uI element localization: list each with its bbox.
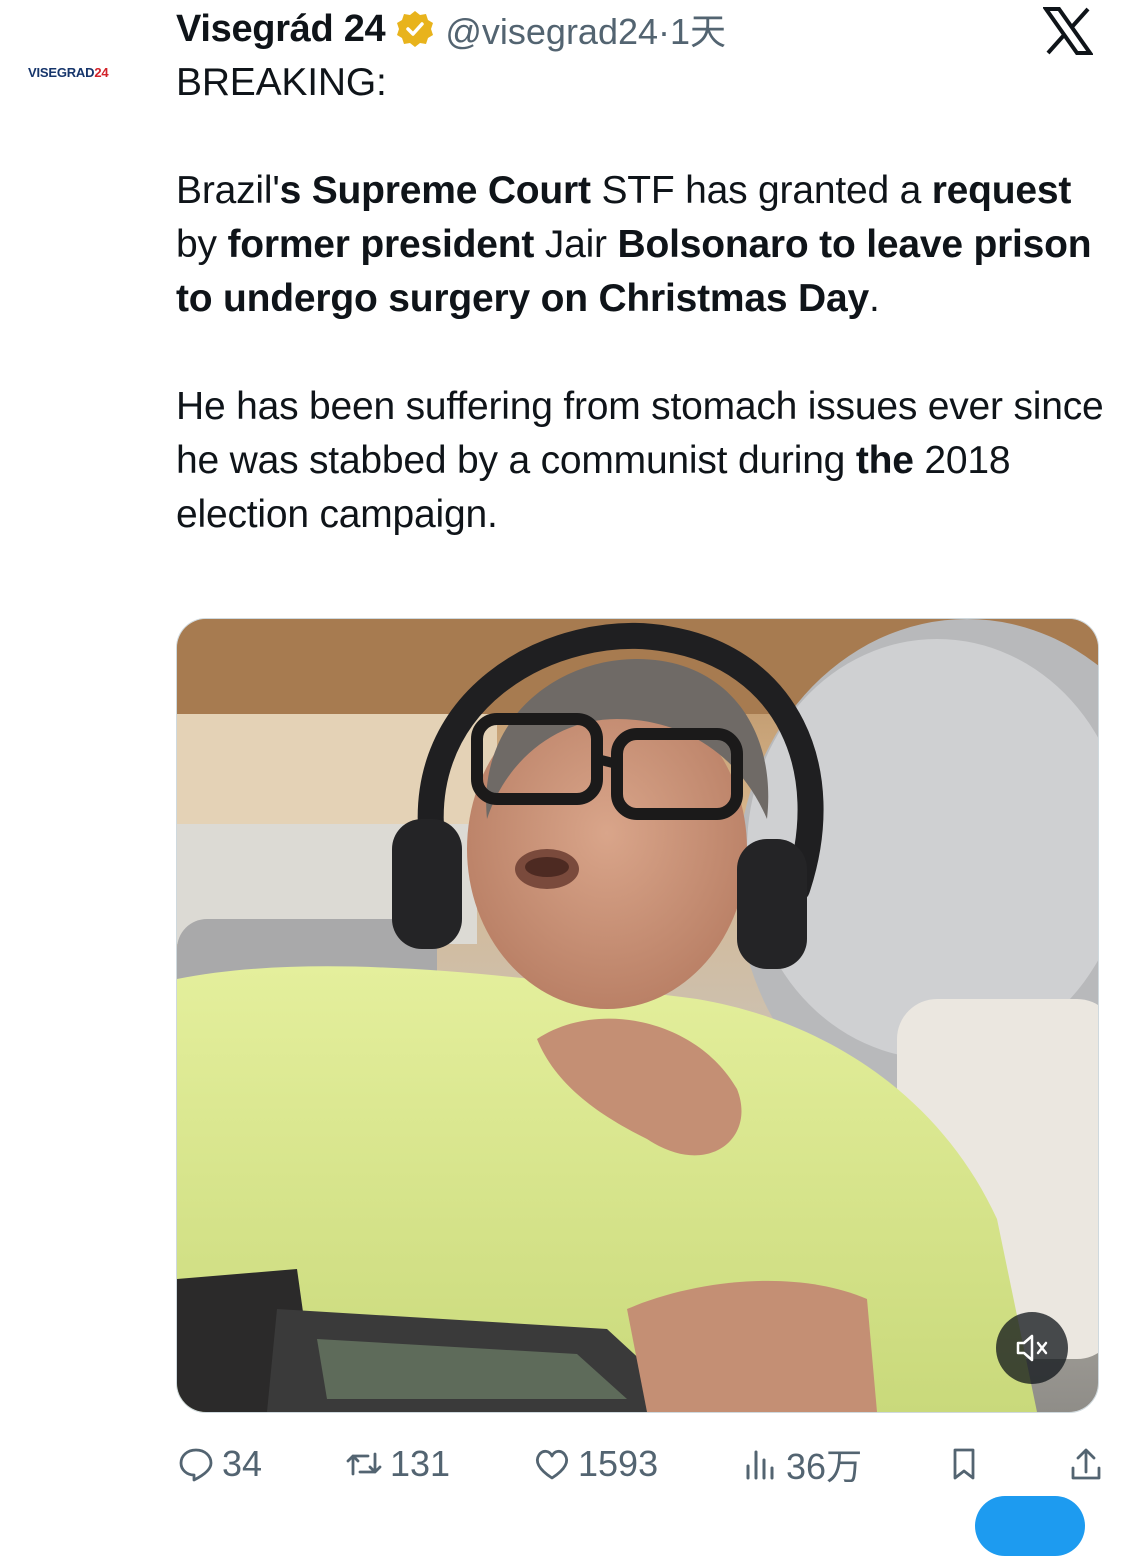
video-player[interactable] (176, 618, 1099, 1413)
avatar[interactable]: VISEGRAD24 (28, 52, 158, 92)
handle[interactable]: @visegrad24·1天 (445, 3, 726, 55)
tweet-text-run: by (176, 223, 228, 266)
verified-badge-icon[interactable] (395, 9, 435, 49)
repost-count: 131 (389, 1443, 451, 1484)
heart-icon (535, 1449, 569, 1480)
x-logo-icon[interactable] (1042, 6, 1094, 56)
compose-button[interactable] (975, 1496, 1085, 1556)
bookmark-icon (953, 1448, 975, 1480)
avatar-logo: VISEGRAD24 (28, 64, 109, 80)
share-icon (1071, 1448, 1101, 1480)
tweet-line-breaking: BREAKING: (176, 61, 387, 104)
reply-icon (179, 1448, 213, 1482)
tweet-text-run: request (931, 169, 1072, 212)
tweet-header: Visegrád 24 @visegrad24·1天 (176, 4, 726, 54)
tweet-text-run: s Supreme Court (279, 169, 591, 212)
repost-button[interactable]: 131 (344, 1443, 450, 1485)
display-name[interactable]: Visegrád 24 (176, 8, 386, 51)
bookmark-button[interactable] (944, 1444, 984, 1484)
tweet-paragraph-3: He has been suffering from stomach issue… (176, 380, 1106, 542)
tweet-actions: 34 131 1593 36万 (176, 1438, 1106, 1490)
repost-icon (346, 1452, 382, 1476)
tweet-text-run: Jair (534, 223, 618, 266)
tweet-text-run: the (855, 439, 914, 482)
views-icon (746, 1450, 774, 1480)
timestamp: 1天 (670, 11, 727, 52)
tweet-paragraph-2: Brazil's Supreme Court STF has granted a… (176, 164, 1106, 326)
views-count: 36万 (786, 1446, 863, 1487)
tweet-text-run: Brazil' (176, 169, 280, 212)
tweet-text-run: former president (227, 223, 535, 266)
share-button[interactable] (1066, 1444, 1106, 1484)
reply-button[interactable]: 34 (176, 1443, 262, 1485)
tweet-text: BREAKING: Brazil's Supreme Court STF has… (176, 56, 1106, 542)
video-frame (177, 619, 1098, 1412)
views-button[interactable]: 36万 (740, 1438, 862, 1490)
speaker-muted-icon (1016, 1334, 1048, 1362)
tweet-text-run: STF has granted a (590, 169, 932, 212)
like-count: 1593 (578, 1443, 659, 1484)
tweet-text-run: . (868, 277, 880, 320)
mute-button[interactable] (996, 1312, 1068, 1384)
reply-count: 34 (222, 1443, 263, 1484)
like-button[interactable]: 1593 (532, 1443, 658, 1485)
